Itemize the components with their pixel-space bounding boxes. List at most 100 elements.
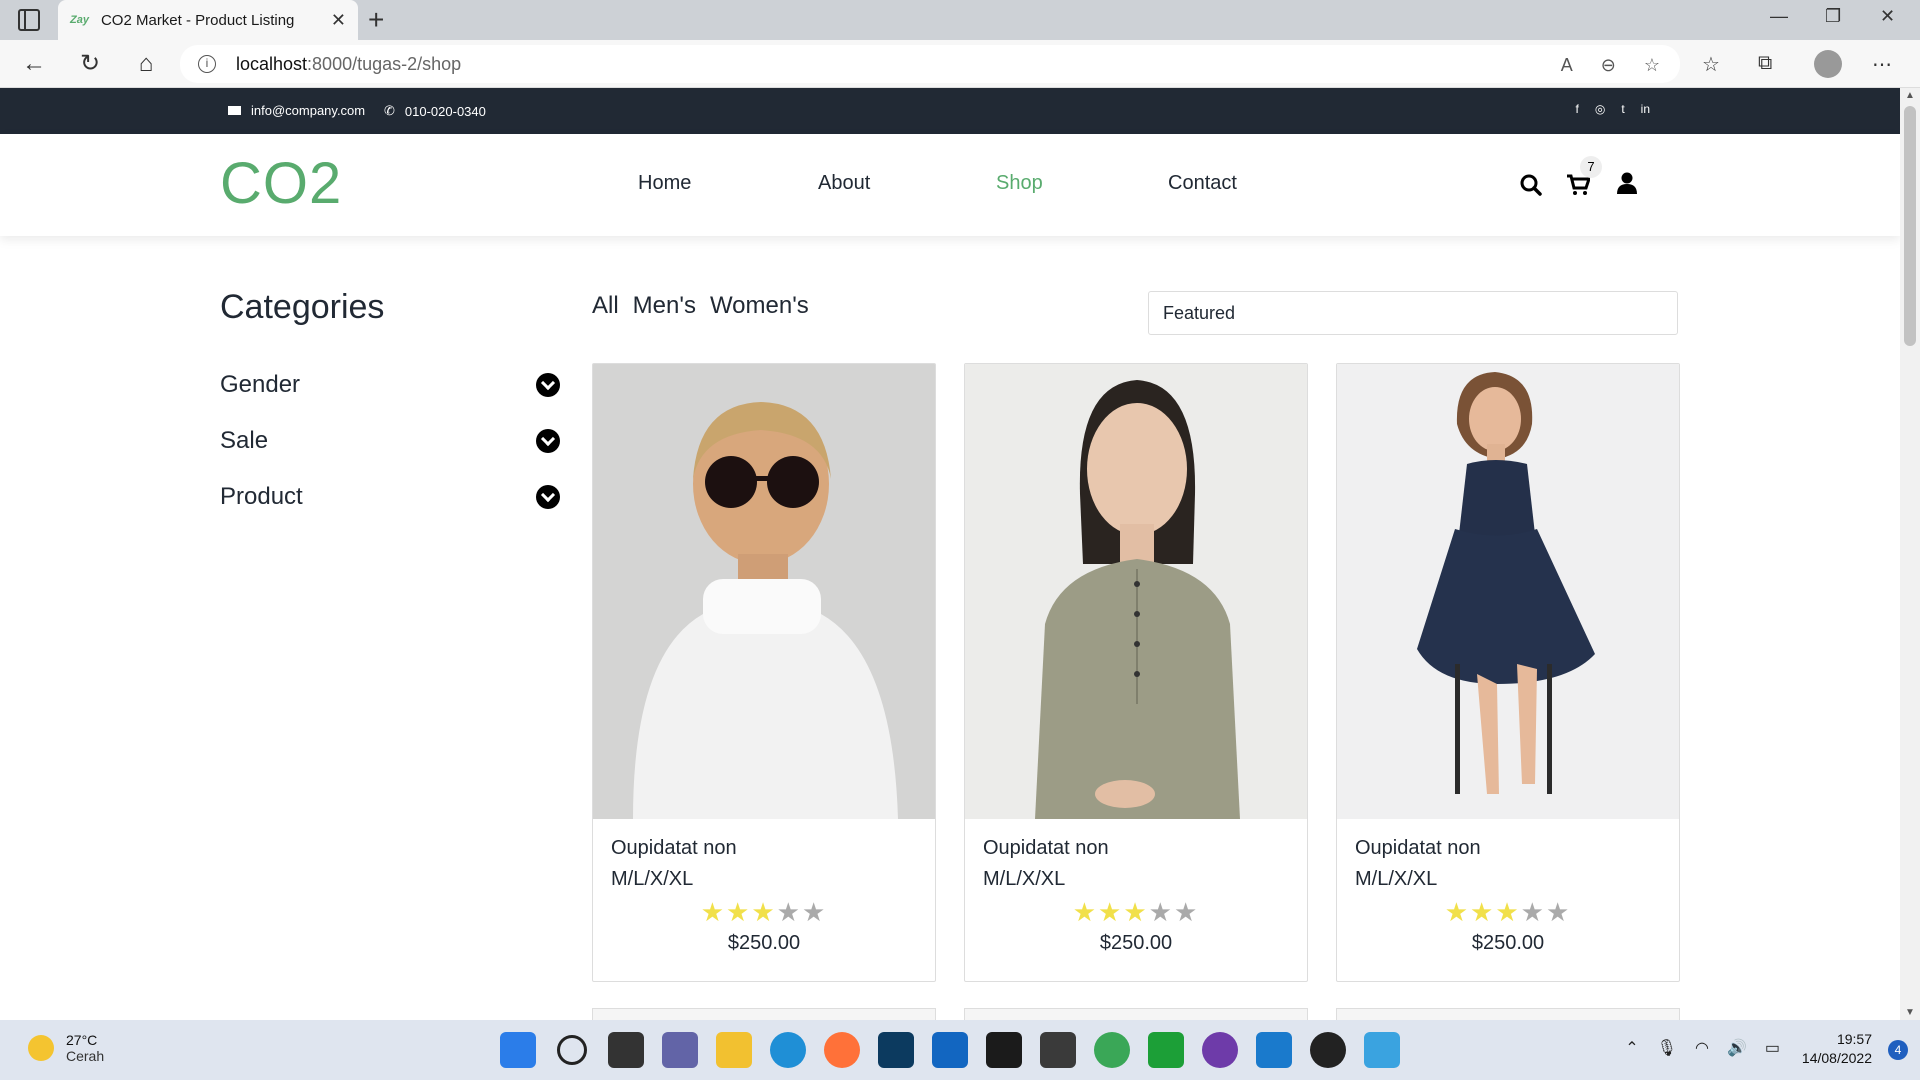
category-sale[interactable]: Sale [220, 413, 560, 469]
product-card[interactable] [592, 1008, 936, 1020]
chevron-down-icon[interactable] [536, 373, 560, 397]
nav-contact[interactable]: Contact [1168, 172, 1237, 195]
category-gender[interactable]: Gender [220, 357, 560, 413]
tab-actions-icon[interactable] [18, 9, 40, 31]
profile-avatar[interactable] [1814, 50, 1842, 78]
product-card[interactable]: Oupidatat non M/L/X/XL ★★★★★ $250.00 [964, 363, 1308, 982]
categories-sidebar: Categories Gender Sale Product [220, 288, 560, 525]
vscode-icon[interactable] [1256, 1032, 1292, 1068]
obs-icon[interactable] [1310, 1032, 1346, 1068]
browser-tab[interactable]: Zay CO2 Market - Product Listing ✕ [58, 0, 358, 40]
contact-phone[interactable]: ✆ 010-020-0340 [384, 103, 486, 119]
whatsapp-icon[interactable] [1148, 1032, 1184, 1068]
nav-home[interactable]: Home [638, 172, 691, 195]
sublime-icon[interactable] [1040, 1032, 1076, 1068]
read-aloud-icon[interactable]: A [1561, 55, 1573, 76]
file-explorer-icon[interactable] [716, 1032, 752, 1068]
task-view-icon[interactable] [608, 1032, 644, 1068]
star-icon: ★ [1545, 897, 1572, 927]
chevron-down-icon[interactable] [536, 429, 560, 453]
web-page: info@company.com ✆ 010-020-0340 f ◎ t in… [0, 88, 1900, 1020]
filter-mens[interactable]: Men's [633, 292, 696, 320]
restore-icon[interactable]: ❐ [1825, 6, 1841, 27]
product-card[interactable] [964, 1008, 1308, 1020]
product-card[interactable]: Oupidatat non M/L/X/XL ★★★★★ $250.00 [592, 363, 936, 982]
wifi-icon[interactable]: ◠ [1695, 1038, 1709, 1058]
favicon-icon: Zay [70, 14, 89, 26]
edge-icon[interactable] [770, 1032, 806, 1068]
photos-icon[interactable] [1364, 1032, 1400, 1068]
clock[interactable]: 19:57 14/08/2022 [1802, 1030, 1872, 1068]
nav-about[interactable]: About [818, 172, 870, 195]
minimize-icon[interactable]: — [1770, 6, 1788, 27]
add-favorite-icon[interactable]: ☆ [1644, 55, 1660, 76]
close-window-icon[interactable]: ✕ [1880, 6, 1895, 27]
weather-widget[interactable]: 27°C Cerah [28, 1032, 104, 1064]
url-input[interactable]: i localhost :8000/tugas-2/shop A ⊖ ☆ [180, 45, 1680, 83]
favorites-icon[interactable]: ☆ [1702, 52, 1720, 77]
product-card[interactable]: Oupidatat non M/L/X/XL ★★★★★ $250.00 [1336, 363, 1680, 982]
product-price: $250.00 [1471, 932, 1545, 954]
new-tab-icon[interactable]: + [368, 4, 384, 36]
scroll-up-icon[interactable]: ▲ [1905, 90, 1915, 101]
chevron-down-icon[interactable] [536, 485, 560, 509]
close-tab-icon[interactable]: ✕ [331, 10, 346, 31]
notification-badge[interactable]: 4 [1888, 1040, 1908, 1060]
search-icon[interactable] [1520, 174, 1542, 196]
rating-stars: ★★★★★ [1355, 897, 1661, 928]
battery-icon[interactable]: ▭ [1765, 1038, 1780, 1058]
zoom-out-icon[interactable]: ⊖ [1601, 55, 1616, 76]
refresh-icon[interactable]: ↻ [74, 48, 106, 80]
back-icon[interactable]: ← [18, 48, 50, 80]
user-icon[interactable] [1617, 172, 1637, 194]
linkedin-icon[interactable]: in [1641, 102, 1650, 116]
site-logo[interactable]: CO2 [220, 150, 342, 217]
filter-all[interactable]: All [592, 292, 619, 320]
twitter-icon[interactable]: t [1621, 102, 1624, 116]
product-name[interactable]: Oupidatat non [983, 837, 1289, 860]
site-info-icon[interactable]: i [198, 55, 216, 73]
scroll-down-icon[interactable]: ▼ [1905, 1007, 1915, 1018]
chrome-icon[interactable] [1094, 1032, 1130, 1068]
contact-email[interactable]: info@company.com [228, 103, 365, 118]
phone-text: 010-020-0340 [404, 103, 486, 119]
product-image[interactable] [593, 364, 935, 819]
main-navbar: CO2 Home About Shop Contact 7 [0, 134, 1900, 236]
terminal-icon[interactable] [878, 1032, 914, 1068]
nav-shop[interactable]: Shop [996, 172, 1043, 195]
microphone-icon[interactable]: 🎙 [1657, 1038, 1677, 1058]
product-image[interactable] [965, 364, 1307, 819]
filter-womens[interactable]: Women's [710, 292, 809, 320]
star-icon: ★ [801, 897, 828, 927]
product-name[interactable]: Oupidatat non [611, 837, 917, 860]
sort-select[interactable]: Featured [1148, 291, 1678, 335]
page-scrollbar[interactable]: ▲ ▼ [1900, 88, 1920, 1020]
instagram-icon[interactable]: ◎ [1595, 102, 1605, 116]
store-icon[interactable] [932, 1032, 968, 1068]
firefox-icon[interactable] [824, 1032, 860, 1068]
category-product[interactable]: Product [220, 469, 560, 525]
rating-stars: ★★★★★ [611, 897, 917, 928]
scroll-thumb[interactable] [1904, 106, 1916, 346]
rating-stars: ★★★★★ [983, 897, 1289, 928]
address-bar-row: ← ↻ ⌂ i localhost :8000/tugas-2/shop A ⊖… [0, 40, 1920, 88]
cart-count-badge: 7 [1580, 156, 1602, 178]
product-sizes: M/L/X/XL [983, 868, 1066, 890]
volume-icon[interactable]: 🔊 [1727, 1038, 1747, 1058]
product-card[interactable] [1336, 1008, 1680, 1020]
search-taskbar-icon[interactable] [557, 1035, 587, 1065]
collections-icon[interactable]: ⧉ [1758, 52, 1772, 75]
facebook-icon[interactable]: f [1575, 102, 1578, 116]
categories-title: Categories [220, 288, 385, 326]
start-icon[interactable] [500, 1032, 536, 1068]
home-icon[interactable]: ⌂ [130, 48, 162, 80]
category-label: Product [220, 483, 303, 510]
github-icon[interactable] [1202, 1032, 1238, 1068]
product-sizes: M/L/X/XL [1355, 868, 1438, 890]
dropbox-icon[interactable] [986, 1032, 1022, 1068]
product-name[interactable]: Oupidatat non [1355, 837, 1661, 860]
chat-icon[interactable] [662, 1032, 698, 1068]
product-image[interactable] [1337, 364, 1679, 819]
more-options-icon[interactable]: ⋯ [1872, 52, 1892, 77]
chevron-up-icon[interactable]: ⌃ [1625, 1038, 1638, 1058]
